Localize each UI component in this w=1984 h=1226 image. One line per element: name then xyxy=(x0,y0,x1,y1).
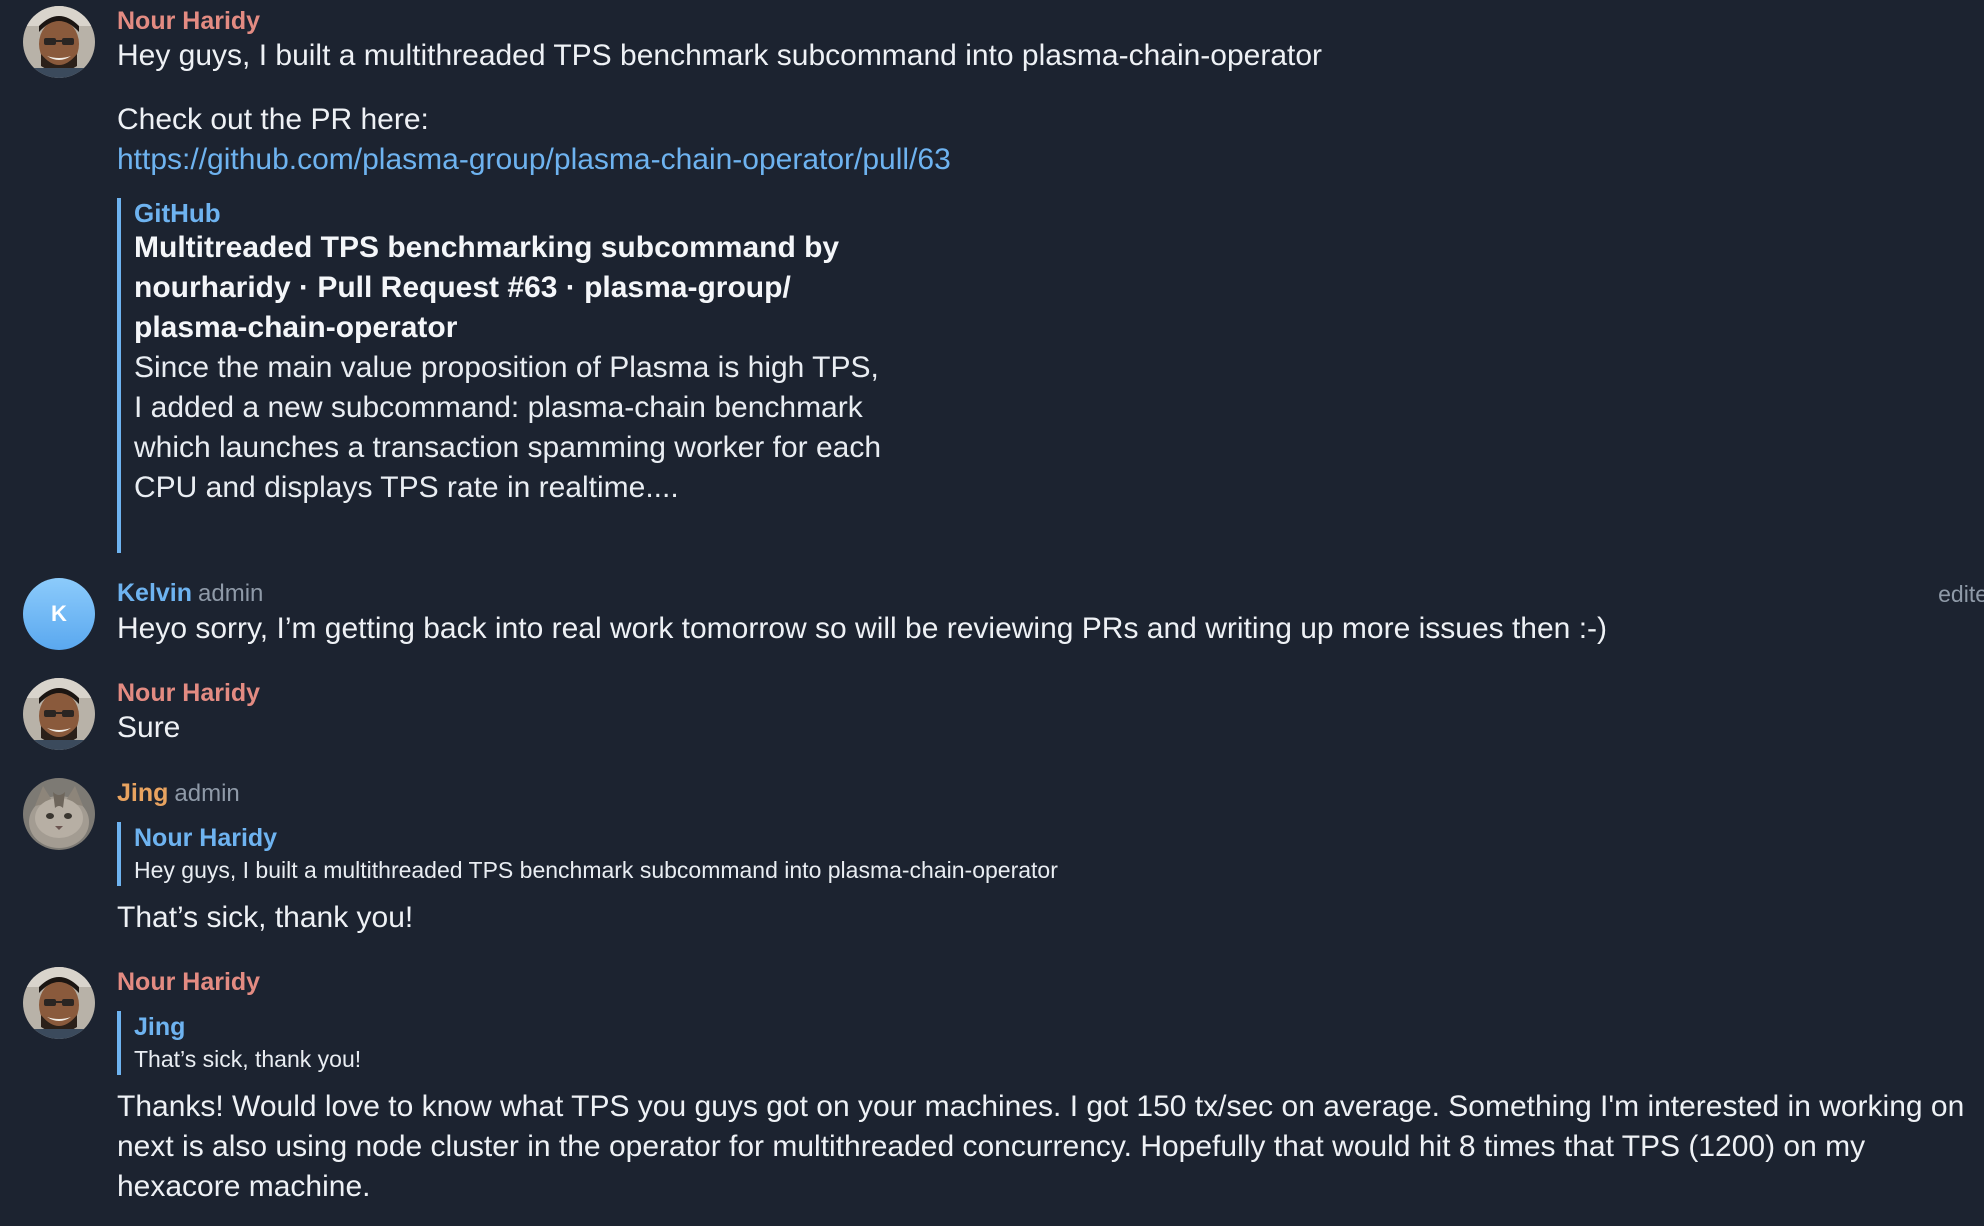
avatar-kelvin[interactable]: K xyxy=(23,578,95,650)
reply-quote[interactable]: Jing That’s sick, thank you! xyxy=(117,1011,361,1075)
message-text-2: Check out the PR here: xyxy=(117,103,429,136)
avatar-jing[interactable] xyxy=(23,778,95,850)
message-text: Heyo sorry, I’m getting back into real w… xyxy=(117,612,1608,645)
link-preview[interactable]: GitHub Multitreaded TPS benchmarking sub… xyxy=(117,198,894,553)
sender-name[interactable]: Jing xyxy=(117,779,168,807)
preview-title: Multitreaded TPS benchmarking subcommand… xyxy=(134,231,840,344)
avatar-nour-haridy[interactable] xyxy=(23,6,95,78)
sender-name[interactable]: Nour Haridy xyxy=(117,968,260,996)
preview-site-name: GitHub xyxy=(134,198,221,228)
admin-badge: admin xyxy=(198,580,264,607)
reply-text: Hey guys, I built a multithreaded TPS be… xyxy=(134,857,1058,883)
sender-name[interactable]: Nour Haridy xyxy=(117,7,260,35)
preview-description: Since the main value proposition of Plas… xyxy=(134,351,882,504)
message-text: That’s sick, thank you! xyxy=(117,901,414,934)
reply-text: That’s sick, thank you! xyxy=(134,1046,362,1072)
edited-label: edite xyxy=(1938,581,1984,607)
pr-link[interactable]: https://github.com/plasma-group/plasma-c… xyxy=(117,140,1964,180)
message-text: Thanks! Would love to know what TPS you … xyxy=(117,1090,1965,1203)
message-text: Sure xyxy=(117,711,181,744)
avatar-letter: K xyxy=(51,601,67,626)
reply-quote[interactable]: Nour Haridy Hey guys, I built a multithr… xyxy=(117,822,1058,886)
chat-history: Nour Haridy Hey guys, I built a multithr… xyxy=(0,0,1984,1226)
message-text: Hey guys, I built a multithreaded TPS be… xyxy=(117,39,1323,72)
sender-name[interactable]: Kelvin xyxy=(117,579,192,607)
reply-author: Jing xyxy=(134,1013,186,1041)
avatar-nour-haridy[interactable] xyxy=(23,678,95,750)
sender-name[interactable]: Nour Haridy xyxy=(117,679,260,707)
admin-badge: admin xyxy=(174,780,240,807)
reply-author: Nour Haridy xyxy=(134,824,278,852)
avatar-nour-haridy[interactable] xyxy=(23,967,95,1039)
